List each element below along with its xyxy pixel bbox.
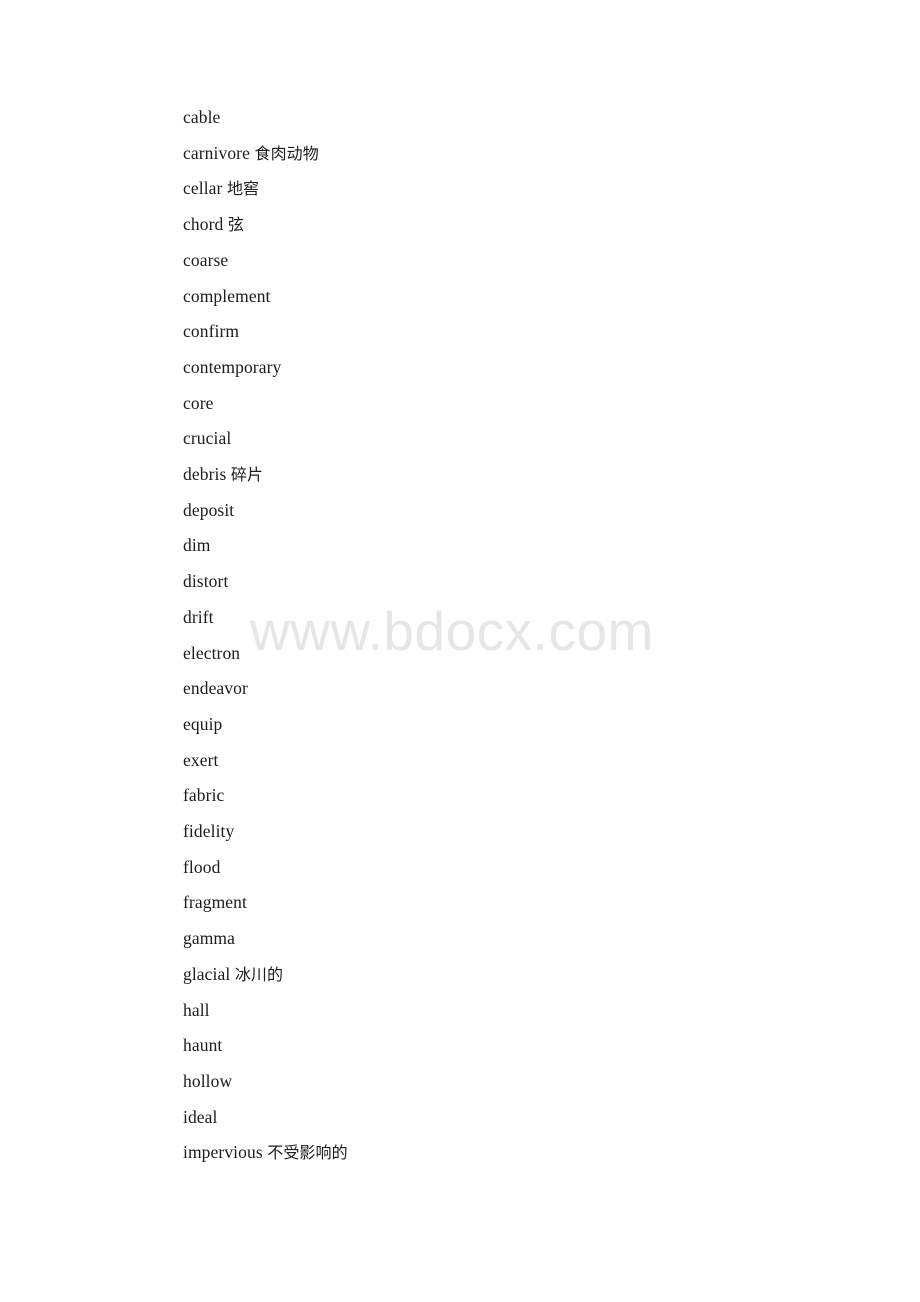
vocabulary-entry: coarse [183, 243, 823, 279]
vocabulary-term: hall [183, 999, 210, 1020]
vocabulary-term: flood [183, 856, 221, 877]
vocabulary-gloss: 弦 [227, 215, 244, 235]
vocabulary-entry: equip [183, 707, 823, 743]
vocabulary-term: complement [183, 285, 271, 306]
vocabulary-term: fabric [183, 785, 225, 806]
vocabulary-term: chord [183, 214, 224, 235]
vocabulary-entry: drift [183, 600, 823, 636]
vocabulary-term: cable [183, 107, 221, 127]
vocabulary-term: coarse [183, 249, 229, 270]
vocabulary-entry: complement [183, 279, 823, 315]
vocabulary-entry: haunt [183, 1028, 823, 1064]
vocabulary-entry: carnivore 食肉动物 [183, 136, 823, 172]
vocabulary-term: hollow [183, 1070, 233, 1091]
vocabulary-entry: electron [183, 636, 823, 672]
vocabulary-term: exert [183, 749, 219, 770]
vocabulary-term: electron [183, 642, 241, 663]
vocabulary-entry: deposit [183, 493, 823, 529]
vocabulary-term: core [183, 392, 214, 413]
vocabulary-entry: gamma [183, 921, 823, 957]
vocabulary-term: drift [183, 606, 214, 627]
vocabulary-term: glacial [183, 963, 231, 984]
vocabulary-entry: distort [183, 564, 823, 600]
vocabulary-term: distort [183, 571, 229, 592]
vocabulary-term: impervious [183, 1142, 263, 1163]
document-page: www.bdocx.com cable carnivore 食肉动物 cellar … [0, 0, 920, 1302]
vocabulary-entry: exert [183, 743, 823, 779]
vocabulary-entry: dim [183, 528, 823, 564]
vocabulary-entry: contemporary [183, 350, 823, 386]
vocabulary-gloss: 碎片 [230, 465, 264, 485]
vocabulary-term: cellar [183, 178, 223, 199]
vocabulary-term: ideal [183, 1106, 218, 1127]
vocabulary-entry: flood [183, 850, 823, 886]
vocabulary-entry: fragment [183, 885, 823, 921]
vocabulary-term: fragment [183, 892, 247, 913]
vocabulary-entry: chord 弦 [183, 207, 823, 243]
vocabulary-term: dim [183, 535, 211, 556]
vocabulary-gloss: 不受影响的 [267, 1143, 348, 1163]
vocabulary-entry: hall [183, 993, 823, 1029]
vocabulary-entry: crucial [183, 421, 823, 457]
vocabulary-entry: hollow [183, 1064, 823, 1100]
vocabulary-entry: cable [183, 100, 823, 136]
vocabulary-entry: glacial 冰川的 [183, 957, 823, 993]
vocabulary-term: crucial [183, 428, 232, 449]
vocabulary-term: contemporary [183, 356, 282, 377]
vocabulary-entry: fidelity [183, 814, 823, 850]
vocabulary-term: deposit [183, 499, 235, 520]
vocabulary-term: confirm [183, 321, 240, 342]
vocabulary-entry: endeavor [183, 671, 823, 707]
vocabulary-term: carnivore [183, 142, 250, 163]
vocabulary-list: cable carnivore 食肉动物 cellar 地窖 chord 弦 coars… [183, 100, 823, 1171]
vocabulary-entry: confirm [183, 314, 823, 350]
vocabulary-term: gamma [183, 928, 236, 949]
vocabulary-term: equip [183, 713, 223, 734]
vocabulary-entry: fabric [183, 778, 823, 814]
vocabulary-entry: ideal [183, 1100, 823, 1136]
vocabulary-entry: core [183, 386, 823, 422]
vocabulary-term: debris [183, 464, 227, 485]
vocabulary-entry: impervious 不受影响的 [183, 1135, 823, 1171]
vocabulary-term: fidelity [183, 821, 235, 842]
vocabulary-gloss: 地窖 [226, 179, 260, 199]
vocabulary-entry: debris 碎片 [183, 457, 823, 493]
vocabulary-gloss: 冰川的 [234, 964, 284, 984]
vocabulary-entry: cellar 地窖 [183, 171, 823, 207]
vocabulary-term: haunt [183, 1035, 223, 1056]
vocabulary-term: endeavor [183, 678, 248, 699]
vocabulary-gloss: 食肉动物 [254, 143, 319, 163]
